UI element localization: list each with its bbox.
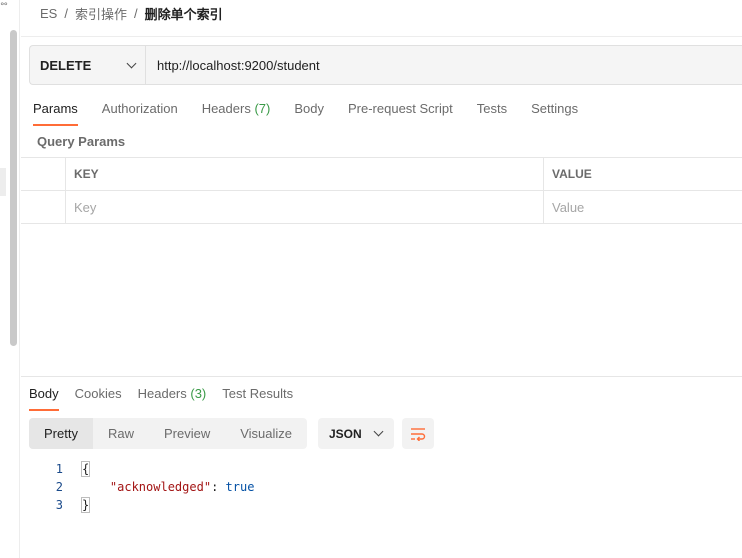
value-placeholder: Value (552, 199, 585, 215)
param-value-input[interactable]: Value (544, 191, 742, 223)
request-bar: DELETE (29, 45, 742, 85)
table-header-row: KEY VALUE (21, 158, 742, 191)
pane-resize-handle[interactable] (21, 376, 742, 377)
tab-pre-request-script[interactable]: Pre-request Script (348, 100, 453, 130)
json-close-brace: } (81, 497, 91, 513)
language-value: JSON (329, 426, 362, 441)
http-method-value: DELETE (40, 57, 92, 73)
wrap-lines-icon (411, 427, 426, 441)
tab-body[interactable]: Body (294, 100, 324, 130)
json-open-brace: { (81, 461, 91, 477)
tab-label: Authorization (101, 101, 178, 116)
tab-label: Headers (137, 386, 187, 401)
breadcrumb-separator: / (133, 5, 138, 21)
row-checkbox-cell[interactable] (21, 191, 66, 223)
key-column-header: KEY (66, 158, 544, 190)
preview-button[interactable]: Preview (149, 418, 225, 449)
request-editor: ES / 索引操作 / 删除单个索引 DELETE Params Authori… (21, 0, 742, 558)
param-key-input[interactable]: Key (66, 191, 544, 223)
code-line: 2 "acknowledged": true (21, 478, 742, 496)
tab-label: Test Results (222, 386, 294, 401)
url-input[interactable] (146, 46, 742, 84)
language-select[interactable]: JSON (318, 418, 394, 449)
tab-response-headers[interactable]: Headers (3) (138, 385, 207, 411)
request-tabs: Params Authorization Headers (7) Body Pr… (33, 100, 602, 130)
raw-button[interactable]: Raw (93, 418, 149, 449)
column-label: KEY (74, 167, 99, 181)
pretty-button[interactable]: Pretty (29, 418, 93, 449)
headers-count-badge: (3) (190, 386, 207, 401)
request-name[interactable]: 删除单个索引 (145, 4, 223, 23)
line-number: 3 (55, 498, 63, 512)
response-body-viewer[interactable]: 1 { 2 "acknowledged": true 3 } (21, 460, 742, 514)
left-gutter: °° (0, 0, 20, 558)
tab-label: Body (294, 101, 324, 116)
breadcrumb-separator: / (64, 5, 68, 21)
headers-count-badge: (7) (254, 101, 271, 116)
format-segmented-control: Pretty Raw Preview Visualize (29, 418, 308, 449)
json-colon: : (211, 480, 226, 494)
tab-test-results[interactable]: Test Results (222, 385, 293, 411)
tab-response-body[interactable]: Body (29, 385, 59, 411)
tab-headers[interactable]: Headers (7) (202, 100, 271, 130)
tab-label: Headers (201, 101, 251, 116)
query-params-table: KEY VALUE Key Value (21, 157, 742, 224)
tab-label: Pre-request Script (347, 101, 453, 116)
sidebar-selection-marker (0, 168, 6, 196)
key-placeholder: Key (74, 199, 97, 215)
tab-label: Settings (531, 101, 579, 116)
visualize-button[interactable]: Visualize (225, 418, 307, 449)
breadcrumb: ES / 索引操作 / 删除单个索引 (40, 4, 223, 23)
response-tabs: Body Cookies Headers (3) Test Results (29, 385, 309, 411)
http-method-select[interactable]: DELETE (30, 46, 146, 84)
breadcrumb-item-collection[interactable]: ES (40, 6, 57, 21)
tab-authorization[interactable]: Authorization (102, 100, 178, 130)
line-number: 2 (55, 480, 63, 494)
json-key: "acknowledged" (109, 480, 212, 494)
chevron-down-icon (373, 426, 384, 437)
column-label: VALUE (552, 167, 592, 181)
tab-cookies[interactable]: Cookies (75, 385, 122, 411)
tab-label: Params (33, 101, 78, 116)
wrap-lines-button[interactable] (402, 418, 434, 449)
table-row: Key Value (21, 191, 742, 224)
breadcrumb-item-folder[interactable]: 索引操作 (75, 4, 127, 23)
divider (21, 36, 742, 37)
tab-params[interactable]: Params (33, 100, 78, 130)
tab-label: Cookies (74, 386, 122, 401)
tab-settings[interactable]: Settings (531, 100, 578, 130)
json-value: true (225, 480, 255, 494)
tab-tests[interactable]: Tests (477, 100, 507, 130)
code-line: 3 } (21, 496, 742, 514)
code-line: 1 { (21, 460, 742, 478)
line-number: 1 (55, 462, 63, 476)
gutter-dots-icon: °° (0, 2, 8, 12)
chevron-down-icon (126, 58, 137, 68)
checkbox-column-header (21, 158, 66, 190)
sidebar-scrollbar[interactable] (10, 30, 17, 346)
value-column-header: VALUE (544, 158, 742, 190)
tab-label: Body (29, 386, 59, 401)
tab-label: Tests (476, 101, 508, 116)
query-params-title: Query Params (37, 134, 126, 149)
